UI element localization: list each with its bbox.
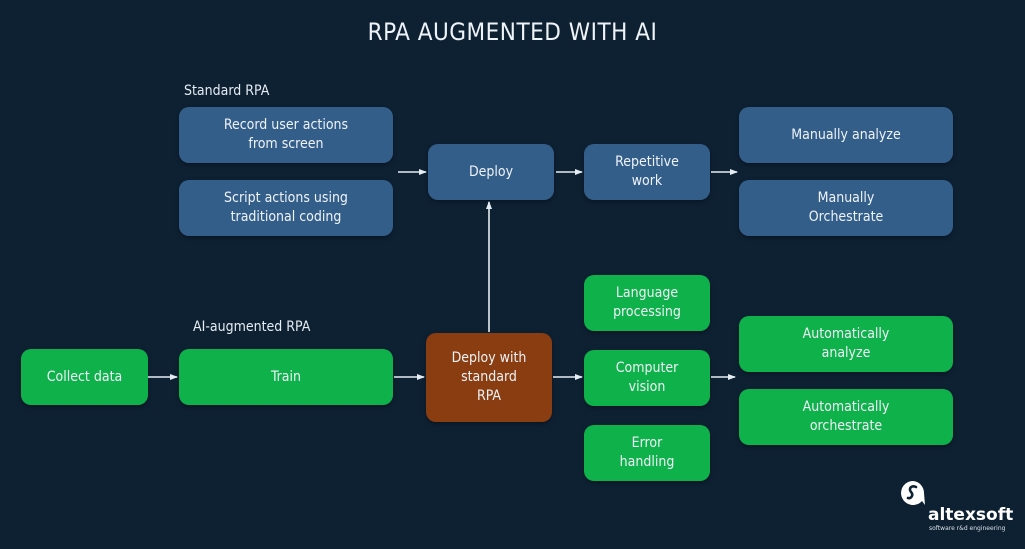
logo-name: altexsoft	[928, 505, 1014, 525]
connector-arrows	[148, 169, 738, 380]
altexsoft-logo-icon	[901, 481, 925, 505]
altexsoft-logo: altexsoft software r&d engineering	[898, 480, 1018, 540]
logo-tagline: software r&d engineering	[929, 525, 1006, 532]
